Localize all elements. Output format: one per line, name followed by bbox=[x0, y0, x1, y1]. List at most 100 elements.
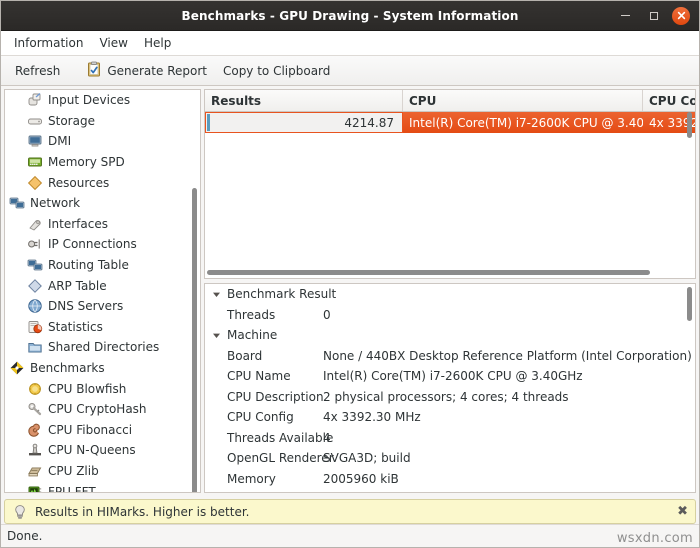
main-content: Input Devices Storage DMI Memory SPD Resourc… bbox=[1, 86, 699, 495]
cell-result[interactable]: 4214.87 bbox=[205, 112, 403, 133]
sidebar-item-label: Routing Table bbox=[48, 258, 129, 273]
sidebar-item-label: Storage bbox=[48, 113, 95, 128]
details-row[interactable]: OpenGL Renderer SVGA3D; build bbox=[205, 448, 695, 469]
sidebar-item-label: Statistics bbox=[48, 319, 103, 334]
sidebar-item-statistics[interactable]: Statistics bbox=[5, 317, 200, 338]
column-header-results[interactable]: Results bbox=[205, 90, 403, 111]
details-scrollbar-thumb[interactable] bbox=[687, 287, 692, 321]
menu-view[interactable]: View bbox=[91, 33, 135, 53]
sidebar-item-routing-table[interactable]: Routing Table bbox=[5, 255, 200, 276]
maximize-icon[interactable] bbox=[644, 6, 663, 25]
status-text: Done. bbox=[7, 529, 43, 543]
sidebar-item-label: ARP Table bbox=[48, 278, 107, 293]
sidebar-item-benchmarks[interactable]: Benchmarks bbox=[5, 358, 200, 379]
sidebar-item-cpu-zlib[interactable]: CPU Zlib bbox=[5, 461, 200, 482]
details-row[interactable]: Memory 2005960 kiB bbox=[205, 469, 695, 490]
sidebar-item-memory-spd[interactable]: Memory SPD bbox=[5, 152, 200, 173]
details-row-value: Intel(R) Core(TM) i7-2600K CPU @ 3.40GHz bbox=[323, 369, 583, 384]
results-vertical-scrollbar[interactable] bbox=[686, 112, 693, 266]
sidebar: Input Devices Storage DMI Memory SPD Resourc… bbox=[4, 89, 201, 493]
computer-icon bbox=[27, 133, 43, 149]
sidebar-item-input-devices[interactable]: Input Devices bbox=[5, 90, 200, 111]
details-row-value: 0 bbox=[323, 307, 331, 322]
sidebar-item-cpu-fibonacci[interactable]: CPU Fibonacci bbox=[5, 420, 200, 441]
results-vertical-scrollbar-thumb[interactable] bbox=[687, 112, 692, 138]
chevron-down-icon[interactable] bbox=[205, 331, 227, 340]
details-row[interactable]: Threads Available 4 bbox=[205, 428, 695, 449]
sidebar-item-label: FPU FFT bbox=[48, 484, 96, 493]
memory-icon bbox=[27, 154, 43, 170]
cell-cpu[interactable]: Intel(R) Core(TM) i7-2600K CPU @ 3.40GHz bbox=[403, 112, 643, 133]
sidebar-item-dns-servers[interactable]: DNS Servers bbox=[5, 296, 200, 317]
details-row-key: OpenGL Renderer bbox=[227, 451, 334, 466]
sidebar-item-shared-directories[interactable]: Shared Directories bbox=[5, 337, 200, 358]
sidebar-item-label: Memory SPD bbox=[48, 155, 125, 170]
sidebar-item-storage[interactable]: Storage bbox=[5, 111, 200, 132]
lightbulb-icon bbox=[12, 504, 28, 520]
sidebar-item-label: Input Devices bbox=[48, 93, 131, 108]
sidebar-item-resources[interactable]: Resources bbox=[5, 172, 200, 193]
focus-indicator bbox=[207, 114, 210, 131]
details-group-header[interactable]: Benchmark Result bbox=[205, 284, 695, 305]
menu-information[interactable]: Information bbox=[6, 33, 91, 53]
title-bar: Benchmarks - GPU Drawing - System Inform… bbox=[1, 1, 699, 31]
sidebar-item-network[interactable]: Network bbox=[5, 193, 200, 214]
sidebar-item-label: IP Connections bbox=[48, 237, 137, 252]
column-header-cpu[interactable]: CPU bbox=[403, 90, 643, 111]
details-row-key: Threads bbox=[227, 307, 276, 322]
sidebar-item-cpu-n-queens[interactable]: CPU N-Queens bbox=[5, 440, 200, 461]
cpu-blowfish-icon bbox=[27, 381, 43, 397]
details-row[interactable]: Board None / 440BX Desktop Reference Plat… bbox=[205, 346, 695, 367]
details-panel: Benchmark Result Threads 0 Machine Board None… bbox=[204, 283, 696, 493]
input-devices-icon bbox=[27, 92, 43, 108]
details-row[interactable]: CPU Config 4x 3392.30 MHz bbox=[205, 407, 695, 428]
sidebar-scrollbar[interactable] bbox=[191, 92, 198, 492]
watermark: wsxdn.com bbox=[616, 531, 693, 546]
results-table-header: Results CPU CPU Cor bbox=[205, 90, 695, 112]
sidebar-item-label: Interfaces bbox=[48, 216, 108, 231]
cell-result-text: 4214.87 bbox=[344, 115, 394, 130]
menu-help[interactable]: Help bbox=[136, 33, 179, 53]
benchmarks-icon bbox=[9, 360, 25, 376]
results-horizontal-scrollbar[interactable] bbox=[207, 269, 683, 276]
details-row[interactable]: CPU Description 2 physical processors; 4 … bbox=[205, 387, 695, 408]
window-controls bbox=[616, 6, 699, 25]
sidebar-item-dmi[interactable]: DMI bbox=[5, 131, 200, 152]
details-row-key: CPU Description bbox=[227, 389, 324, 404]
minimize-icon[interactable] bbox=[616, 6, 635, 25]
copy-to-clipboard-button[interactable]: Copy to Clipboard bbox=[215, 61, 338, 81]
results-table: Results CPU CPU Cor 4214.87 Intel(R) Cor… bbox=[204, 89, 696, 279]
right-pane: Results CPU CPU Cor 4214.87 Intel(R) Cor… bbox=[204, 89, 696, 493]
sidebar-item-arp-table[interactable]: ARP Table bbox=[5, 275, 200, 296]
details-group-header[interactable]: Machine bbox=[205, 325, 695, 346]
sidebar-item-label: CPU Blowfish bbox=[48, 381, 127, 396]
details-row-value: 4x 3392.30 MHz bbox=[323, 410, 421, 425]
sidebar-item-cpu-blowfish[interactable]: CPU Blowfish bbox=[5, 378, 200, 399]
refresh-button[interactable]: Refresh bbox=[7, 61, 68, 81]
results-horizontal-scrollbar-thumb[interactable] bbox=[207, 270, 650, 275]
dns-servers-icon bbox=[27, 298, 43, 314]
column-header-cpu-config[interactable]: CPU Cor bbox=[643, 90, 695, 111]
sidebar-item-fpu-fft[interactable]: FPU FFT bbox=[5, 481, 200, 493]
cpu-nqueens-icon bbox=[27, 442, 43, 458]
details-row[interactable]: CPU Name Intel(R) Core(TM) i7-2600K CPU @… bbox=[205, 366, 695, 387]
fpu-fft-icon bbox=[27, 484, 43, 492]
close-icon[interactable] bbox=[672, 6, 690, 25]
chevron-down-icon[interactable] bbox=[205, 290, 227, 299]
details-row[interactable]: Threads 0 bbox=[205, 305, 695, 326]
info-bar-close-icon[interactable]: ✖ bbox=[677, 505, 688, 518]
details-scrollbar[interactable] bbox=[686, 287, 693, 489]
sidebar-item-label: CPU CryptoHash bbox=[48, 402, 147, 417]
details-row-value: 2 physical processors; 4 cores; 4 thread… bbox=[323, 389, 569, 404]
storage-icon bbox=[27, 113, 43, 129]
table-row[interactable]: 4214.87 Intel(R) Core(TM) i7-2600K CPU @… bbox=[205, 112, 695, 133]
sidebar-item-cpu-cryptohash[interactable]: CPU CryptoHash bbox=[5, 399, 200, 420]
sidebar-scrollbar-thumb[interactable] bbox=[192, 188, 197, 492]
generate-report-button[interactable]: Generate Report bbox=[78, 58, 215, 83]
toolbar: Refresh Generate Report Copy to Clipboar… bbox=[1, 56, 699, 86]
sidebar-item-label: CPU Fibonacci bbox=[48, 422, 133, 437]
shared-directories-icon bbox=[27, 339, 43, 355]
resources-icon bbox=[27, 175, 43, 191]
sidebar-item-interfaces[interactable]: Interfaces bbox=[5, 214, 200, 235]
sidebar-item-ip-connections[interactable]: IP Connections bbox=[5, 234, 200, 255]
